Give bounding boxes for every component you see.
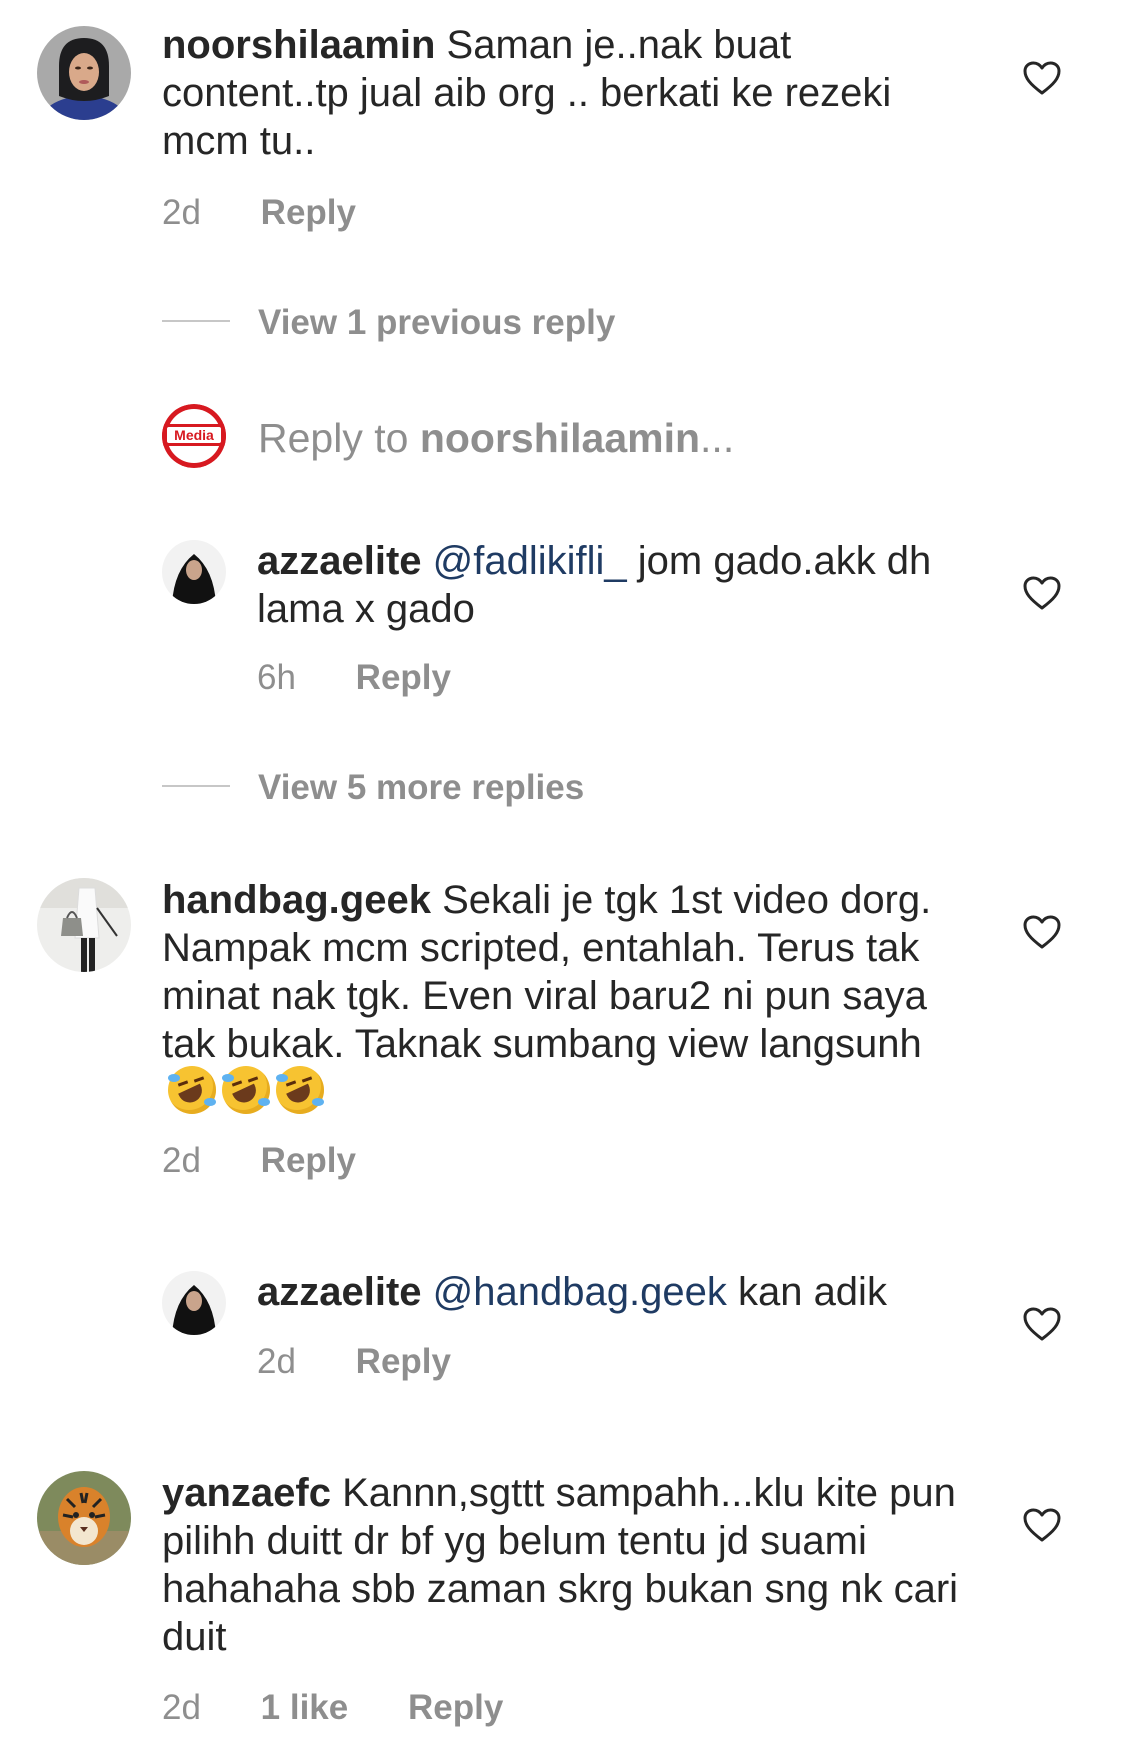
reply-target: noorshilaamin <box>419 415 701 461</box>
reply-text: kan adik <box>726 1270 887 1314</box>
like-heart-icon[interactable] <box>1022 914 1062 950</box>
reply-button[interactable]: Reply <box>261 1141 356 1180</box>
reply-body: azzaelite @handbag.geek kan adik <box>257 1268 957 1316</box>
view-previous-label: View 1 previous reply <box>258 303 616 342</box>
view-previous-replies[interactable]: View 1 previous reply <box>162 303 615 343</box>
comment-time: 2d <box>162 1141 201 1180</box>
thread-line <box>162 319 230 322</box>
reply-button[interactable]: Reply <box>408 1688 503 1727</box>
reply-suffix: ... <box>700 415 735 461</box>
current-user-avatar: Media <box>162 404 226 468</box>
comment-username[interactable]: handbag.geek <box>162 878 431 922</box>
reply-body: azzaelite @fadlikifli_ jom gado.akk dh l… <box>257 537 957 633</box>
rolling-laughing-emoji-icon <box>168 1066 216 1115</box>
reply-username[interactable]: azzaelite <box>257 539 422 583</box>
comment-time: 2d <box>162 1688 201 1727</box>
comment-meta: 2d Reply <box>162 193 356 233</box>
avatar-azzaelite[interactable] <box>162 540 226 604</box>
reply-time: 6h <box>257 658 296 697</box>
view-more-label: View 5 more replies <box>258 768 585 807</box>
like-heart-icon[interactable] <box>1022 60 1062 96</box>
reply-meta: 6h Reply <box>257 658 451 698</box>
reply-button[interactable]: Reply <box>356 1342 451 1381</box>
like-heart-icon[interactable] <box>1022 1507 1062 1543</box>
rolling-laughing-emoji-icon <box>276 1066 324 1115</box>
rolling-laughing-emoji-icon <box>222 1066 270 1115</box>
media-logo-text: Media <box>174 427 214 443</box>
avatar-yanzaefc[interactable] <box>37 1471 131 1565</box>
reply-button[interactable]: Reply <box>261 193 356 232</box>
comment-username[interactable]: noorshilaamin <box>162 23 435 67</box>
comment-time: 2d <box>162 193 201 232</box>
like-heart-icon[interactable] <box>1022 1306 1062 1342</box>
reply-time: 2d <box>257 1342 296 1381</box>
comment-username[interactable]: yanzaefc <box>162 1471 331 1515</box>
comment-body: yanzaefc Kannn,sgttt sampahh...klu kite … <box>162 1469 962 1661</box>
reply-mention[interactable]: @handbag.geek <box>433 1270 727 1314</box>
reply-mention[interactable]: @fadlikifli_ <box>433 539 627 583</box>
view-more-replies[interactable]: View 5 more replies <box>162 768 584 808</box>
thread-line <box>162 784 230 787</box>
reply-input[interactable]: Reply to noorshilaamin... <box>258 414 734 462</box>
reply-button[interactable]: Reply <box>356 658 451 697</box>
avatar-azzaelite[interactable] <box>162 1271 226 1335</box>
comment-meta: 2d 1 like Reply <box>162 1688 503 1728</box>
avatar-handbag-geek[interactable] <box>37 878 131 972</box>
comment-meta: 2d Reply <box>162 1141 356 1181</box>
reply-username[interactable]: azzaelite <box>257 1270 422 1314</box>
comment-body: handbag.geek Sekali je tgk 1st video dor… <box>162 876 962 1118</box>
avatar-noorshilaamin[interactable] <box>37 26 131 120</box>
reply-prefix: Reply to <box>258 415 420 461</box>
like-heart-icon[interactable] <box>1022 575 1062 611</box>
comment-body: noorshilaamin Saman je..nak buat content… <box>162 21 962 165</box>
like-count[interactable]: 1 like <box>261 1688 349 1727</box>
reply-meta: 2d Reply <box>257 1342 451 1382</box>
